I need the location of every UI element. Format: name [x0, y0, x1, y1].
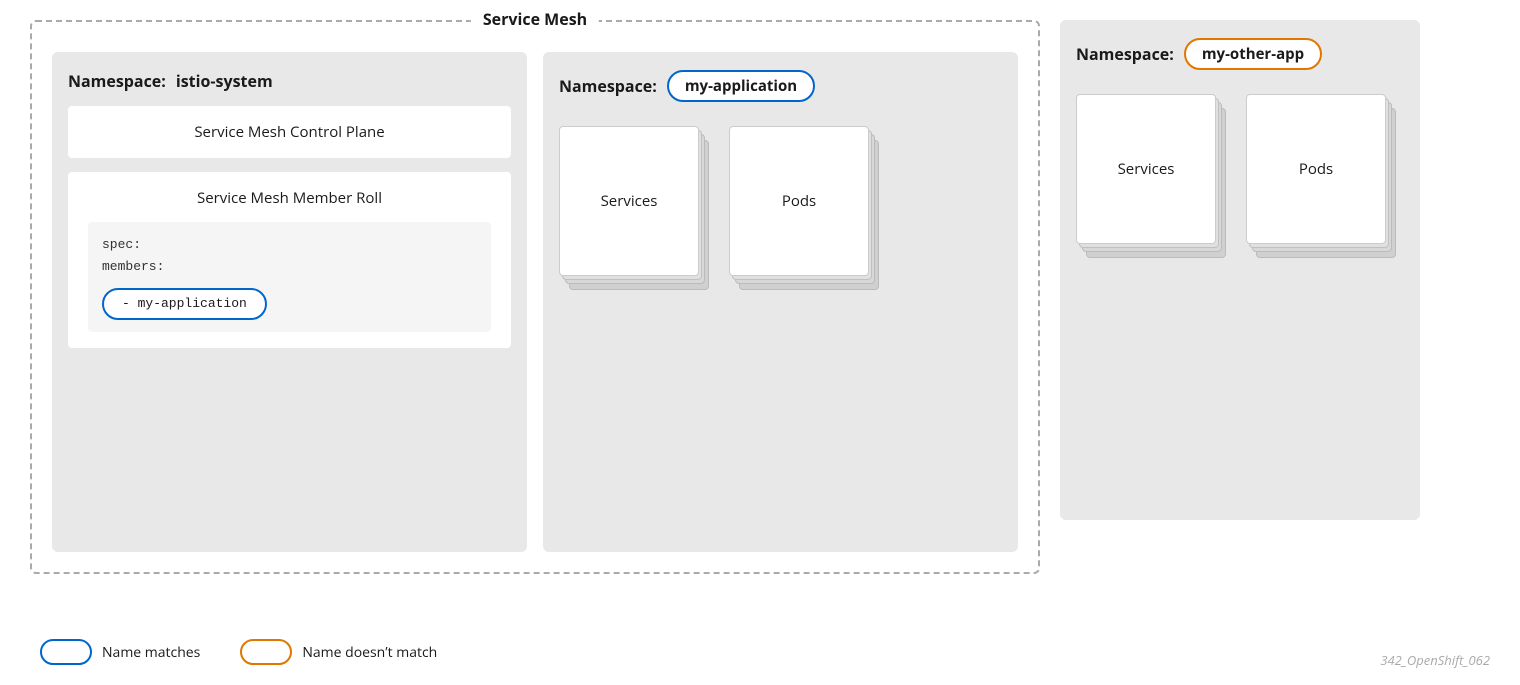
services-other-card-front: Services: [1076, 94, 1216, 244]
control-plane-box: Service Mesh Control Plane: [68, 106, 511, 158]
legend-label-matches: Name matches: [102, 643, 200, 662]
namespace-panel-my-application: Namespace: my-application Services: [543, 52, 1018, 552]
pods-other-card-front: Pods: [1246, 94, 1386, 244]
service-mesh-wrapper: Service Mesh Namespace: istio-system Ser…: [30, 20, 1040, 574]
pods-card-front: Pods: [729, 126, 869, 276]
legend-badge-orange: [240, 639, 292, 665]
spec-line1: spec:: [102, 234, 477, 256]
spec-line2: members:: [102, 256, 477, 278]
watermark: 342_OpenShift_062: [1380, 651, 1490, 669]
spec-code-block: spec: members: - my-application: [88, 222, 491, 332]
pods-label-my-app: Pods: [782, 191, 816, 211]
namespace-label-other-app: Namespace:: [1076, 43, 1174, 65]
namespace-label-my-app: Namespace:: [559, 75, 657, 97]
legend-item-matches: Name matches: [40, 639, 200, 665]
pods-card-group-other-app: Pods: [1246, 94, 1396, 254]
legend-area: Name matches Name doesn’t match: [30, 621, 1490, 665]
member-roll-title: Service Mesh Member Roll: [88, 188, 491, 208]
member-badge: - my-application: [102, 288, 267, 320]
control-plane-label: Service Mesh Control Plane: [194, 122, 384, 142]
namespace-panel-istio-system: Namespace: istio-system Service Mesh Con…: [52, 52, 527, 552]
diagram-area: Service Mesh Namespace: istio-system Ser…: [30, 20, 1490, 621]
stacked-cards-my-app: Services Pods: [559, 116, 1002, 534]
namespace-badge-my-app: my-application: [667, 70, 815, 102]
service-mesh-label: Service Mesh: [471, 8, 599, 30]
stacked-cards-other-app: Services Pods: [1076, 84, 1404, 502]
namespace-header-my-app: Namespace: my-application: [559, 70, 1002, 102]
legend-badge-blue: [40, 639, 92, 665]
services-card-group-other-app: Services: [1076, 94, 1226, 254]
namespace-label-istio: Namespace:: [68, 70, 166, 92]
namespace-header-other-app: Namespace: my-other-app: [1076, 38, 1404, 70]
pods-card-group-my-app: Pods: [729, 126, 879, 286]
services-card-front: Services: [559, 126, 699, 276]
pods-label-other-app: Pods: [1299, 159, 1333, 179]
legend-label-no-match: Name doesn’t match: [302, 643, 437, 662]
services-label-my-app: Services: [601, 191, 658, 211]
namespace-name-istio: istio-system: [176, 70, 273, 92]
legend-item-no-match: Name doesn’t match: [240, 639, 437, 665]
services-card-group-my-app: Services: [559, 126, 709, 286]
services-label-other-app: Services: [1118, 159, 1175, 179]
main-container: Service Mesh Namespace: istio-system Ser…: [0, 0, 1520, 685]
namespace-panel-my-other-app: Namespace: my-other-app Services: [1060, 20, 1420, 520]
namespace-header-istio: Namespace: istio-system: [68, 70, 511, 92]
namespace-badge-other-app: my-other-app: [1184, 38, 1322, 70]
member-roll-box: Service Mesh Member Roll spec: members: …: [68, 172, 511, 348]
